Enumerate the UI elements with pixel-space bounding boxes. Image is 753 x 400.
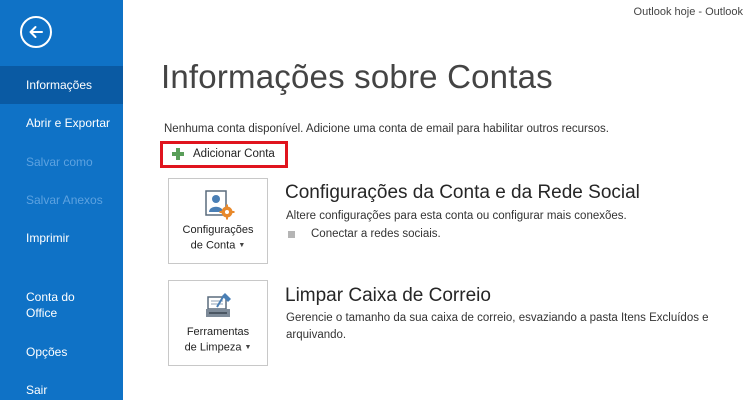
nav-item-save-as: Salvar como [26, 155, 93, 169]
cleanup-tools-button[interactable]: Ferramentas de Limpeza ▼ [168, 280, 268, 366]
account-settings-heading: Configurações da Conta e da Rede Social [285, 182, 640, 203]
cleanup-heading: Limpar Caixa de Correio [285, 285, 491, 306]
add-account-button[interactable]: Adicionar Conta [160, 141, 288, 168]
backstage-sidebar: Informações Abrir e Exportar Salvar como… [0, 0, 123, 400]
chevron-down-icon: ▼ [244, 344, 252, 351]
plus-icon [172, 148, 184, 160]
nav-item-info[interactable]: Informações [0, 66, 123, 104]
nav-item-office-account[interactable]: Conta do Office [0, 289, 123, 321]
account-settings-text: Altere configurações para esta conta ou … [286, 210, 627, 222]
nav-item-print[interactable]: Imprimir [0, 230, 123, 246]
nav-item-open-export[interactable]: Abrir e Exportar [0, 115, 123, 131]
account-settings-icon [205, 190, 235, 220]
connect-social-link[interactable]: Conectar a redes sociais. [311, 228, 441, 240]
window-title: Outlook hoje - Outlook [633, 6, 743, 18]
nav-item-options[interactable]: Opções [0, 344, 123, 360]
account-settings-button[interactable]: Configurações de Conta ▼ [168, 178, 268, 264]
chevron-down-icon: ▼ [238, 242, 246, 249]
nav-item-exit[interactable]: Sair [0, 382, 123, 398]
cleanup-text: Gerencie o tamanho da sua caixa de corre… [286, 312, 709, 341]
cleanup-tools-label: Ferramentas de Limpeza ▼ [184, 326, 252, 354]
bullet-icon [288, 231, 295, 238]
page-title: Informações sobre Contas [161, 58, 553, 95]
back-arrow-icon [29, 26, 43, 38]
nav-item-save-attachments: Salvar Anexos [26, 193, 103, 207]
account-description: Nenhuma conta disponível. Adicione uma c… [164, 123, 609, 135]
back-button[interactable] [20, 16, 52, 48]
cleanup-tools-icon [206, 293, 231, 317]
add-account-label: Adicionar Conta [193, 148, 275, 160]
account-settings-label: Configurações de Conta ▼ [182, 224, 254, 252]
